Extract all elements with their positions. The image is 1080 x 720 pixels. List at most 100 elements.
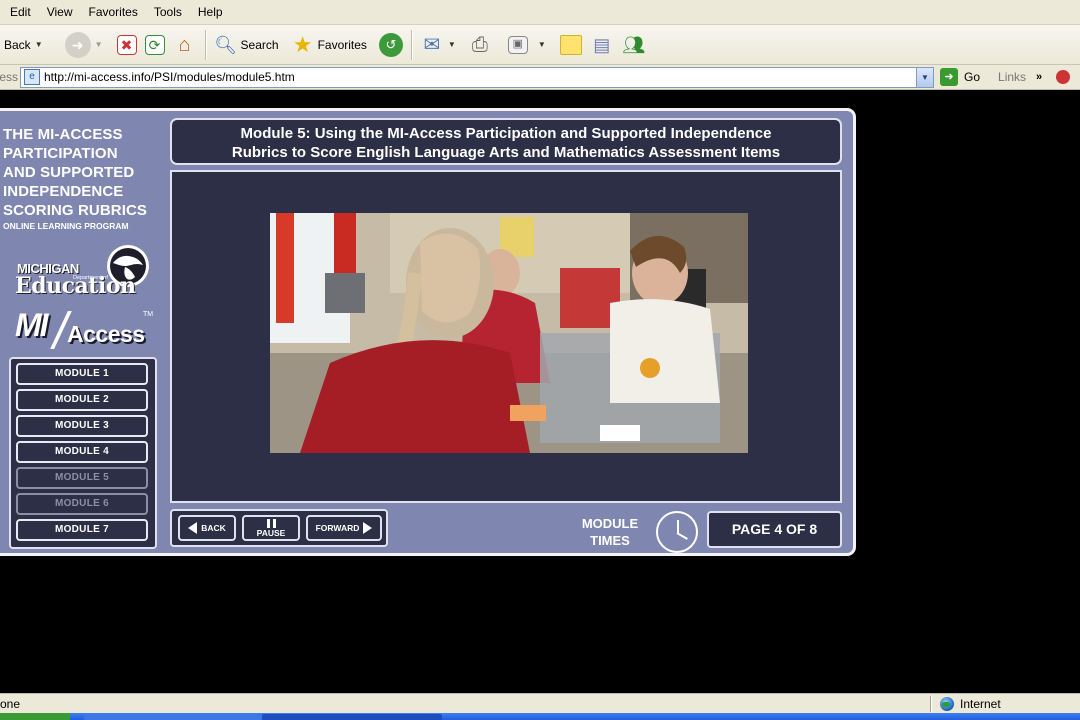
module-7-button[interactable]: MODULE 7	[16, 519, 148, 541]
refresh-icon: ⟳	[144, 34, 165, 55]
module-4-button[interactable]: MODULE 4	[16, 441, 148, 463]
program-title-line: INDEPENDENCE	[3, 183, 124, 200]
menu-help[interactable]: Help	[191, 0, 230, 25]
video-frame	[170, 170, 842, 503]
favorites-button[interactable]: ★ Favorites	[287, 29, 371, 61]
edit-button[interactable]: ▣ ▼	[504, 29, 550, 61]
refresh-button[interactable]: ⟳	[141, 29, 169, 61]
back-label-player: BACK	[201, 523, 226, 533]
history-icon: ↺	[378, 32, 403, 57]
menu-edit[interactable]: Edit	[0, 0, 38, 25]
mail-dropdown-icon[interactable]: ▼	[448, 40, 456, 49]
home-icon: ⌂	[178, 33, 191, 56]
pause-label: PAUSE	[256, 527, 286, 538]
module-1-button[interactable]: MODULE 1	[16, 363, 148, 385]
print-button[interactable]: ⎙	[464, 29, 496, 61]
mi-access-logo: MI Access TM	[13, 307, 153, 353]
menu-bar: Edit View Favorites Tools Help	[0, 0, 1080, 25]
playback-controls: BACK PAUSE FORWARD	[170, 509, 388, 547]
pause-button[interactable]: PAUSE	[242, 515, 300, 541]
search-label: Search	[240, 37, 279, 52]
page-indicator: PAGE 4 OF 8	[707, 511, 842, 548]
program-title-line: THE MI-ACCESS	[3, 126, 123, 143]
home-button[interactable]: ⌂	[169, 29, 201, 61]
clock-hand	[676, 532, 688, 540]
classroom-video-still	[270, 213, 748, 453]
edit-icon: ▣	[507, 35, 528, 54]
note-icon	[559, 34, 582, 55]
browser-toolbar: Back ▼ ➜ ▼ ✖ ⟳ ⌂ 🔍︎ Search ★ Favorites ↺…	[0, 25, 1080, 65]
forward-arrow-icon	[363, 522, 373, 534]
links-label[interactable]: Links	[998, 70, 1026, 84]
video-player[interactable]	[270, 213, 748, 453]
internet-zone-label: Internet	[960, 696, 1001, 711]
module-times[interactable]: MODULE TIMES	[565, 515, 655, 549]
module-6-button[interactable]: MODULE 6	[16, 493, 148, 515]
search-button[interactable]: 🔍︎ Search	[210, 29, 283, 61]
trademark-mark: TM	[143, 311, 154, 318]
status-text: one	[0, 696, 21, 711]
forward-arrow-icon: ➜	[64, 31, 91, 58]
forward-label-player: FORWARD	[315, 523, 360, 533]
back-button[interactable]: Back ▼	[0, 29, 47, 61]
address-input[interactable]: e http://mi-access.info/PSI/modules/modu…	[20, 66, 934, 88]
stop-icon: ✖	[116, 34, 137, 55]
go-button[interactable]: ➜ Go	[940, 68, 980, 86]
forward-button-player[interactable]: FORWARD	[306, 515, 382, 541]
module-title: Module 5: Using the MI-Access Participat…	[170, 118, 842, 165]
menu-view[interactable]: View	[40, 0, 80, 25]
stop-button[interactable]: ✖	[113, 29, 141, 61]
menu-favorites[interactable]: Favorites	[81, 0, 144, 25]
program-title-line: PARTICIPATION	[3, 145, 118, 162]
mi-access-access-text: Access	[67, 321, 145, 347]
page-icon: e	[24, 69, 40, 85]
toolbar-divider	[410, 29, 412, 60]
program-title: THE MI-ACCESS PARTICIPATION AND SUPPORTE…	[3, 125, 163, 220]
messenger-icon: 👥︎	[622, 34, 646, 55]
favorites-star-icon: ★	[292, 31, 313, 57]
mail-button[interactable]: ✉ ▼	[416, 29, 460, 61]
search-icon: 🔍︎	[214, 34, 237, 55]
forward-dropdown-icon[interactable]: ▼	[95, 40, 103, 49]
go-label: Go	[964, 70, 981, 84]
go-arrow-icon: ➜	[940, 68, 958, 86]
start-button[interactable]	[0, 713, 70, 720]
module-nav: MODULE 1 MODULE 2 MODULE 3 MODULE 4 MODU…	[9, 357, 157, 549]
menu-tools[interactable]: Tools	[147, 0, 189, 25]
taskbar-item[interactable]	[262, 714, 442, 720]
toolbar-divider	[204, 29, 206, 60]
address-label: ess	[0, 70, 18, 84]
back-button-player[interactable]: BACK	[178, 515, 236, 541]
michigan-education-logo: MICHIGAN Department of Education	[13, 239, 153, 301]
address-url[interactable]: http://mi-access.info/PSI/modules/module…	[44, 70, 295, 84]
edit-dropdown-icon[interactable]: ▼	[538, 40, 546, 49]
mi-access-mi-text: MI	[15, 307, 49, 343]
module-title-line: Module 5: Using the MI-Access Participat…	[240, 125, 772, 142]
status-bar: one Internet	[0, 693, 1080, 713]
back-arrow-icon	[188, 522, 198, 534]
forward-button[interactable]: ➜ ▼	[61, 29, 107, 61]
module-3-button[interactable]: MODULE 3	[16, 415, 148, 437]
messenger-button[interactable]: 👥︎	[618, 29, 650, 61]
taskbar-item[interactable]	[84, 714, 264, 720]
module-5-button[interactable]: MODULE 5	[16, 467, 148, 489]
chevron-right-icon[interactable]: »	[1036, 71, 1042, 83]
status-divider	[930, 695, 932, 712]
back-dropdown-icon[interactable]: ▼	[35, 40, 43, 49]
address-dropdown-icon[interactable]: ▼	[916, 67, 933, 87]
pause-icon	[266, 518, 276, 528]
link-site-icon[interactable]	[1056, 70, 1071, 84]
mde-education-text: Education	[15, 273, 136, 299]
program-title-line: SCORING RUBRICS	[3, 202, 148, 219]
module-title-line: Rubrics to Score English Language Arts a…	[231, 144, 781, 161]
discuss-button[interactable]	[556, 29, 586, 61]
module-2-button[interactable]: MODULE 2	[16, 389, 148, 411]
mail-icon: ✉	[423, 33, 441, 56]
taskbar	[0, 713, 1080, 720]
history-button[interactable]: ↺	[375, 29, 407, 61]
module-player: THE MI-ACCESS PARTICIPATION AND SUPPORTE…	[0, 108, 856, 556]
clock-icon[interactable]	[656, 511, 698, 553]
research-button[interactable]: ▤	[586, 29, 618, 61]
research-icon: ▤	[593, 34, 611, 55]
favorites-label: Favorites	[317, 37, 367, 52]
